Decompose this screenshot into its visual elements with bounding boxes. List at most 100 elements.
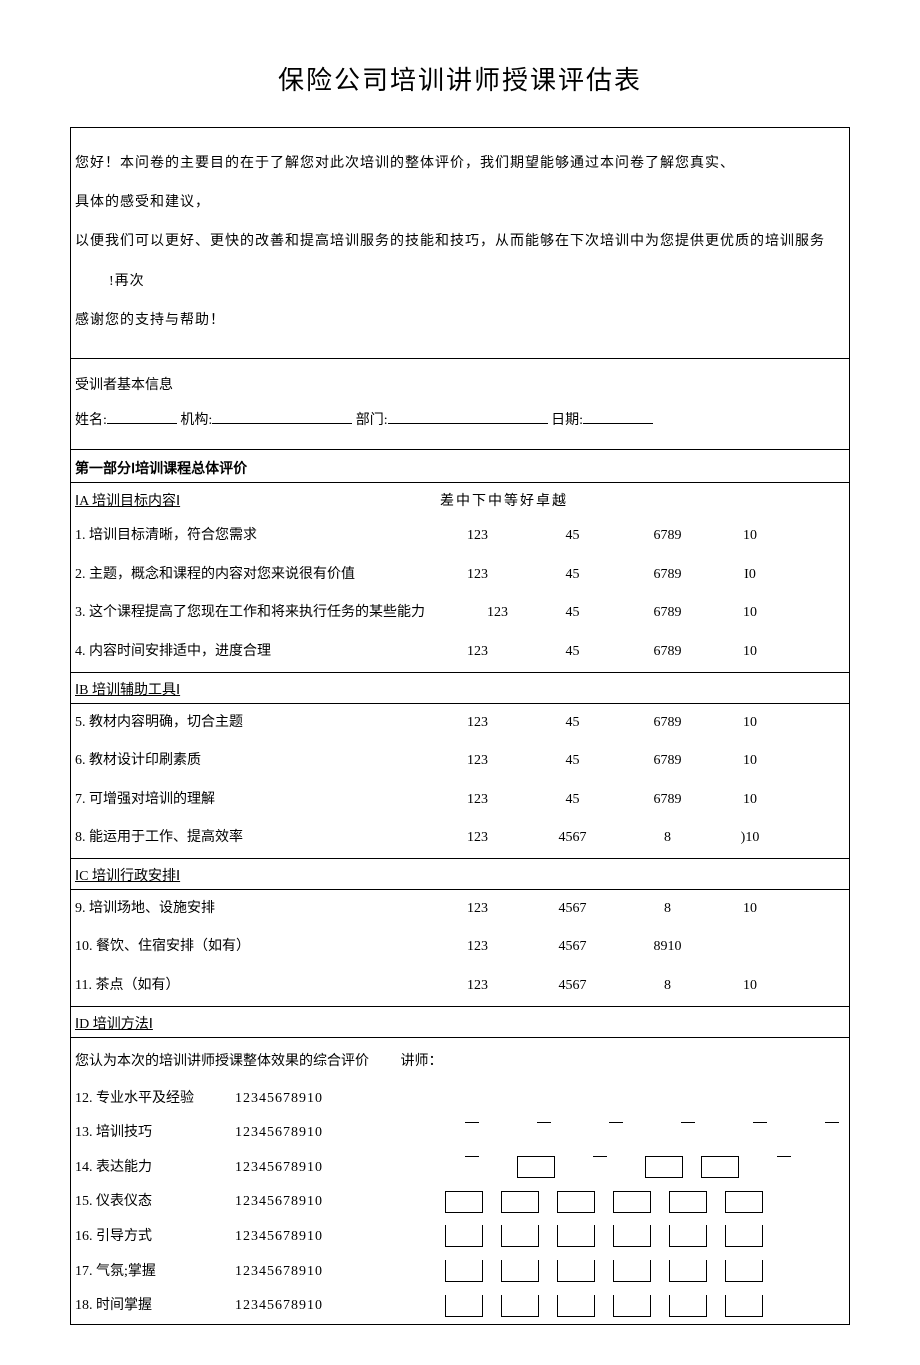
rating-cell[interactable]: 123 <box>430 934 525 961</box>
grid-area <box>375 1260 845 1284</box>
rating-cell[interactable]: 123 <box>430 896 525 923</box>
rating-cell[interactable]: 10 <box>715 710 785 737</box>
grid-cell[interactable] <box>725 1260 763 1282</box>
rating-cell[interactable]: 45 <box>525 639 620 666</box>
method-row: 15. 仪表仪态12345678910 <box>71 1185 849 1220</box>
rating-label: 3. 这个课程提高了您现在工作和将来执行任务的某些能力 <box>75 600 470 627</box>
grid-cell[interactable] <box>669 1225 707 1247</box>
grid-cell[interactable] <box>501 1260 539 1282</box>
grid-cell[interactable] <box>557 1191 595 1213</box>
rating-cell[interactable]: 10 <box>715 896 785 923</box>
grid-cell[interactable] <box>669 1191 707 1213</box>
method-scale[interactable]: 12345678910 <box>235 1259 375 1286</box>
rating-cell[interactable]: 6789 <box>620 639 715 666</box>
rating-cell[interactable]: 8 <box>620 825 715 852</box>
grid-cell[interactable] <box>557 1295 595 1317</box>
rating-cell[interactable]: 123 <box>430 562 525 589</box>
rating-cell[interactable]: 45 <box>525 600 620 627</box>
rating-cell[interactable]: 45 <box>525 787 620 814</box>
grid-cell[interactable] <box>501 1225 539 1247</box>
grid-cell[interactable] <box>725 1295 763 1317</box>
rating-cell[interactable]: 4567 <box>525 973 620 1000</box>
input-dept[interactable] <box>388 423 548 424</box>
rating-row: 6. 教材设计印刷素质12345678910 <box>71 742 849 781</box>
grid-cell[interactable] <box>613 1225 651 1247</box>
rating-cell[interactable]: 123 <box>430 523 525 550</box>
part1-header: 第一部分Ⅰ培训课程总体评价 <box>71 450 849 483</box>
rating-row: 11. 茶点（如有）1234567810 <box>71 967 849 1006</box>
rating-cell[interactable]: 6789 <box>620 600 715 627</box>
grid-cell[interactable] <box>445 1260 483 1282</box>
rating-cell[interactable]: 8 <box>620 973 715 1000</box>
rating-cell[interactable]: 123 <box>430 973 525 1000</box>
rating-cell[interactable]: 45 <box>525 710 620 737</box>
grid-cell[interactable] <box>669 1295 707 1317</box>
method-scale[interactable]: 12345678910 <box>235 1293 375 1320</box>
rating-cell[interactable]: 10 <box>715 973 785 1000</box>
grid-cell[interactable] <box>557 1225 595 1247</box>
rating-cell[interactable]: 123 <box>430 825 525 852</box>
method-scale[interactable]: 12345678910 <box>235 1155 375 1182</box>
rating-cell[interactable]: 10 <box>715 523 785 550</box>
grid-cell[interactable] <box>725 1225 763 1247</box>
rating-label: 8. 能运用于工作、提高效率 <box>75 825 430 852</box>
input-date[interactable] <box>583 423 653 424</box>
method-scale[interactable]: 12345678910 <box>235 1120 375 1147</box>
grid-cell[interactable] <box>669 1260 707 1282</box>
method-scale[interactable]: 12345678910 <box>235 1086 375 1113</box>
rating-cell[interactable]: 123 <box>430 710 525 737</box>
rating-cell[interactable]: 123 <box>430 787 525 814</box>
rating-cell[interactable] <box>715 934 785 961</box>
method-row: 17. 气氛;掌握12345678910 <box>71 1255 849 1290</box>
rating-cell[interactable]: 4567 <box>525 825 620 852</box>
rating-cell[interactable]: 45 <box>525 562 620 589</box>
grid-area <box>375 1191 845 1215</box>
grid-cell[interactable] <box>501 1191 539 1213</box>
rating-cell[interactable]: 6789 <box>620 748 715 775</box>
rating-cell[interactable]: 8910 <box>620 934 715 961</box>
rating-cell[interactable]: 4567 <box>525 934 620 961</box>
method-scale[interactable]: 12345678910 <box>235 1189 375 1216</box>
input-name[interactable] <box>107 423 177 424</box>
rating-cell[interactable]: 45 <box>525 523 620 550</box>
rating-cell[interactable]: 8 <box>620 896 715 923</box>
grid-cell[interactable] <box>613 1191 651 1213</box>
grid-cell[interactable] <box>517 1156 555 1178</box>
grid-cell[interactable] <box>501 1295 539 1317</box>
rating-cell[interactable]: 45 <box>525 748 620 775</box>
rating-cell[interactable]: 123 <box>430 748 525 775</box>
rating-row: 9. 培训场地、设施安排1234567810 <box>71 890 849 929</box>
section-b-title: ⅠB 培训辅助工具Ⅰ <box>71 672 849 704</box>
rating-cell[interactable]: I0 <box>715 562 785 589</box>
rating-cell[interactable]: 10 <box>715 787 785 814</box>
method-label: 14. 表达能力 <box>75 1155 235 1182</box>
rating-cell[interactable]: 6789 <box>620 523 715 550</box>
rating-cell[interactable]: 6789 <box>620 562 715 589</box>
grid-cell[interactable] <box>613 1260 651 1282</box>
section-d-intro-row: 您认为本次的培训讲师授课整体效果的综合评价 讲师： <box>71 1038 849 1082</box>
rating-cell[interactable]: 6789 <box>620 710 715 737</box>
rating-cell[interactable]: 4567 <box>525 896 620 923</box>
grid-area <box>375 1087 845 1111</box>
grid-cell[interactable] <box>445 1225 483 1247</box>
section-a-title: ⅠA 培训目标内容Ⅰ <box>75 489 430 516</box>
grid-cell[interactable] <box>701 1156 739 1178</box>
grid-cell[interactable] <box>725 1191 763 1213</box>
grid-cell[interactable] <box>445 1295 483 1317</box>
tick-mark <box>609 1122 623 1123</box>
rating-cell[interactable]: 123 <box>430 639 525 666</box>
rating-cell[interactable]: 123 <box>470 600 525 627</box>
rating-cell[interactable]: 6789 <box>620 787 715 814</box>
rating-cell[interactable]: 10 <box>715 639 785 666</box>
grid-cell[interactable] <box>613 1295 651 1317</box>
rating-cell[interactable]: 10 <box>715 600 785 627</box>
rating-cell[interactable]: 10 <box>715 748 785 775</box>
rating-cell[interactable]: )10 <box>715 825 785 852</box>
method-scale[interactable]: 12345678910 <box>235 1224 375 1251</box>
grid-cell[interactable] <box>557 1260 595 1282</box>
grid-cell[interactable] <box>645 1156 683 1178</box>
label-date: 日期: <box>551 413 583 428</box>
input-org[interactable] <box>212 423 352 424</box>
grid-cell[interactable] <box>445 1191 483 1213</box>
form-frame: 您好！本问卷的主要目的在于了解您对此次培训的整体评价，我们期望能够通过本问卷了解… <box>70 127 850 1325</box>
